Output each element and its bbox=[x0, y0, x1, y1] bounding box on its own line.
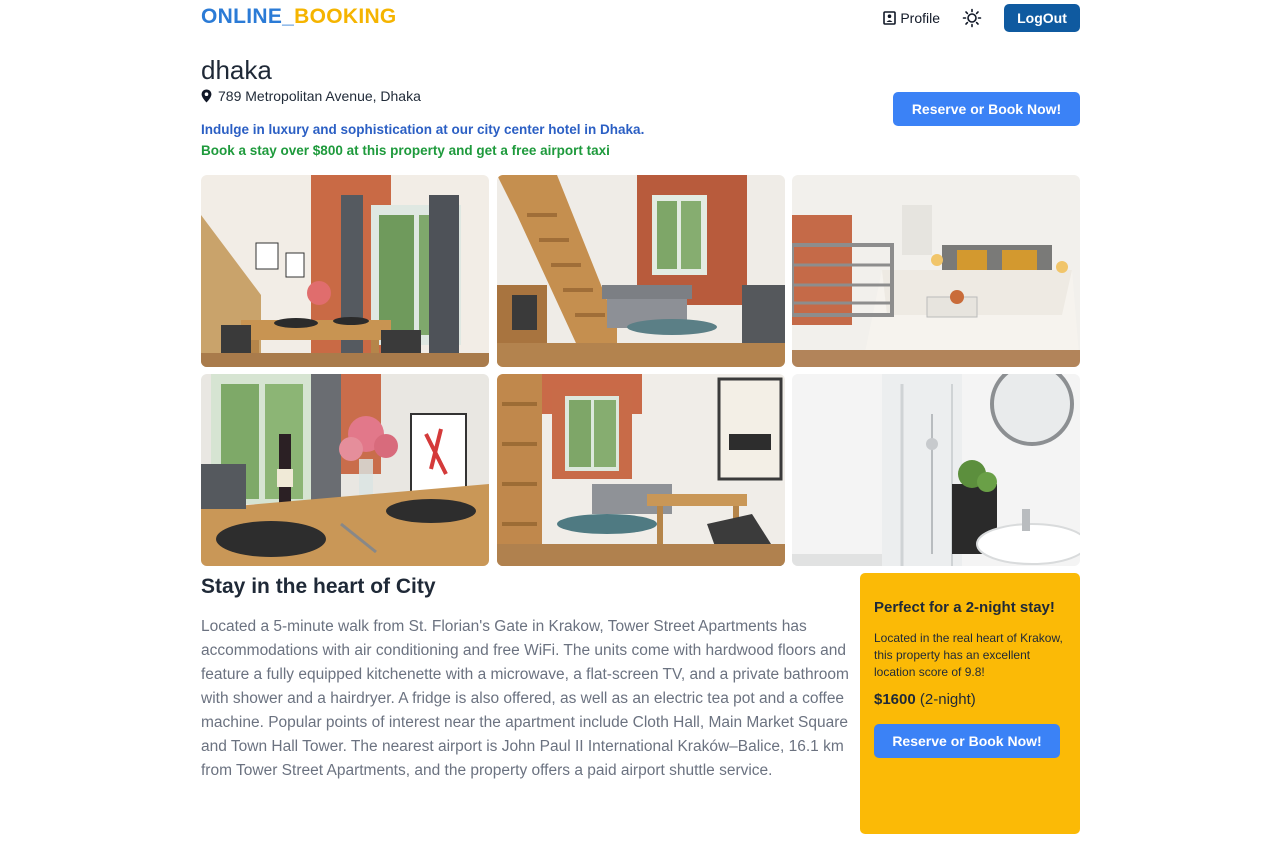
profile-label: Profile bbox=[900, 10, 940, 26]
card-text: Located in the real heart of Krakow, thi… bbox=[874, 631, 1063, 679]
gallery-photo-3[interactable] bbox=[792, 175, 1080, 367]
profile-link[interactable]: Profile bbox=[883, 10, 940, 26]
gallery-photo-6[interactable] bbox=[792, 374, 1080, 566]
sun-icon bbox=[962, 8, 982, 28]
gallery-photo-1[interactable] bbox=[201, 175, 489, 367]
reserve-button-top[interactable]: Reserve or Book Now! bbox=[893, 92, 1080, 126]
logo-part-online: ONLINE_ bbox=[201, 5, 295, 28]
promo-text: Book a stay over $800 at this property a… bbox=[201, 143, 610, 158]
nav-actions: Profile LogOut bbox=[883, 4, 1080, 32]
card-title: Perfect for a 2-night stay! bbox=[874, 599, 1055, 616]
gallery-photo-5[interactable] bbox=[496, 374, 785, 566]
theme-toggle[interactable] bbox=[962, 8, 982, 28]
card-price: $1600 (2-night) bbox=[874, 691, 1066, 708]
top-navbar: ONLINE_BOOKING Profile LogOut bbox=[201, 0, 1080, 36]
logo-part-booking: BOOKING bbox=[294, 5, 397, 28]
location-pin-icon bbox=[201, 89, 212, 103]
gallery-photo-2[interactable] bbox=[496, 175, 785, 367]
price-note: (2-night) bbox=[919, 691, 976, 708]
profile-icon bbox=[883, 11, 897, 25]
price-amount: $1600 bbox=[874, 691, 916, 708]
site-logo[interactable]: ONLINE_BOOKING bbox=[201, 5, 397, 29]
section-title: Stay in the heart of City bbox=[201, 575, 436, 598]
logout-button[interactable]: LogOut bbox=[1004, 4, 1080, 32]
gallery-photo-4[interactable] bbox=[201, 374, 489, 566]
photo-gallery bbox=[201, 175, 1080, 566]
address-text: 789 Metropolitan Avenue, Dhaka bbox=[218, 88, 421, 104]
property-address: 789 Metropolitan Avenue, Dhaka bbox=[201, 88, 421, 104]
reserve-button-card[interactable]: Reserve or Book Now! bbox=[874, 724, 1060, 758]
property-title: dhaka bbox=[201, 55, 272, 85]
booking-card: Perfect for a 2-night stay! Located in t… bbox=[860, 573, 1080, 834]
property-description: Located a 5-minute walk from St. Florian… bbox=[201, 618, 849, 779]
property-tagline: Indulge in luxury and sophistication at … bbox=[201, 122, 645, 137]
